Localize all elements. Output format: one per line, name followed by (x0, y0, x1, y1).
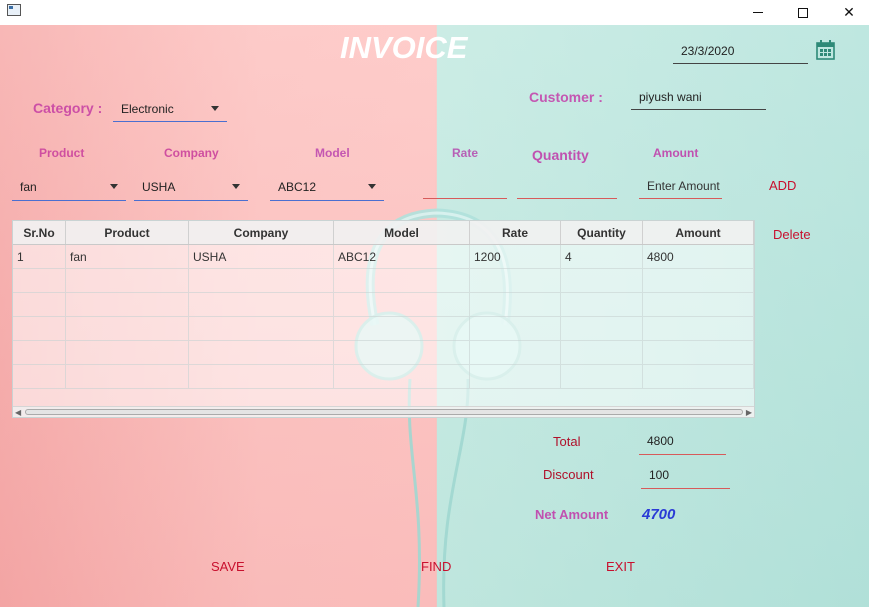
table-cell: 1 (13, 245, 66, 268)
table-cell: 4 (561, 245, 643, 268)
table-cell: 1200 (470, 245, 561, 268)
column-header[interactable]: Rate (470, 221, 561, 244)
chevron-down-icon (211, 106, 219, 111)
invoice-table: Sr.No Product Company Model Rate Quantit… (12, 220, 755, 418)
empty-table-row (13, 341, 754, 365)
table-header: Sr.No Product Company Model Rate Quantit… (13, 221, 754, 245)
amount-field[interactable]: Enter Amount (639, 173, 722, 199)
discount-field[interactable]: 100 (641, 462, 730, 489)
product-label: Product (39, 146, 85, 160)
add-button[interactable]: ADD (769, 178, 796, 193)
calendar-icon[interactable] (816, 40, 835, 60)
column-header[interactable]: Sr.No (13, 221, 66, 244)
empty-table-row (13, 293, 754, 317)
product-select[interactable]: fan (12, 173, 126, 201)
total-label: Total (553, 434, 581, 449)
amount-label: Amount (653, 146, 699, 160)
category-select[interactable]: Electronic (113, 96, 227, 122)
table-cell: fan (66, 245, 189, 268)
net-amount-value: 4700 (642, 506, 676, 523)
app-window: ✕ INVOICE 23/3/2020 Category : Electroni… (0, 0, 869, 607)
scroll-left-icon[interactable]: ◀ (15, 408, 21, 417)
minimize-button[interactable] (735, 0, 781, 25)
invoice-panel: INVOICE 23/3/2020 Category : Electronic … (0, 25, 869, 607)
table-cell: USHA (189, 245, 334, 268)
quantity-field[interactable] (517, 173, 617, 199)
scrollbar-thumb[interactable] (25, 409, 743, 415)
page-title: INVOICE (340, 30, 468, 65)
customer-field[interactable]: piyush wani (631, 85, 766, 110)
customer-label: Customer : (529, 89, 603, 105)
app-icon (7, 4, 21, 16)
table-cell: ABC12 (334, 245, 470, 268)
column-header[interactable]: Amount (643, 221, 754, 244)
save-button[interactable]: SAVE (211, 559, 245, 574)
net-amount-label: Net Amount (535, 507, 609, 522)
empty-table-row (13, 269, 754, 293)
column-header[interactable]: Model (334, 221, 470, 244)
date-field[interactable]: 23/3/2020 (673, 39, 808, 64)
delete-button[interactable]: Delete (773, 227, 811, 242)
company-value: USHA (142, 179, 176, 194)
close-button[interactable]: ✕ (826, 0, 869, 25)
empty-table-row (13, 365, 754, 389)
product-value: fan (20, 179, 37, 194)
horizontal-scrollbar[interactable]: ◀ ▶ (13, 406, 754, 417)
discount-label: Discount (543, 467, 594, 482)
find-button[interactable]: FIND (421, 559, 451, 574)
rate-label: Rate (452, 146, 479, 160)
model-label: Model (315, 146, 350, 160)
minimize-icon (753, 12, 763, 13)
maximize-icon (798, 7, 808, 18)
empty-table-row (13, 317, 754, 341)
total-field[interactable]: 4800 (639, 428, 726, 455)
exit-button[interactable]: EXIT (606, 559, 635, 574)
category-label: Category : (33, 100, 103, 116)
category-value: Electronic (121, 101, 174, 116)
company-label: Company (164, 146, 219, 160)
column-header[interactable]: Quantity (561, 221, 643, 244)
chevron-down-icon (368, 184, 376, 189)
table-row[interactable]: 1 fan USHA ABC12 1200 4 4800 (13, 245, 754, 269)
model-select[interactable]: ABC12 (270, 173, 384, 201)
chevron-down-icon (232, 184, 240, 189)
column-header[interactable]: Product (66, 221, 189, 244)
table-cell: 4800 (643, 245, 754, 268)
company-select[interactable]: USHA (134, 173, 248, 201)
model-value: ABC12 (278, 179, 317, 194)
chevron-down-icon (110, 184, 118, 189)
scroll-right-icon[interactable]: ▶ (746, 408, 752, 417)
column-header[interactable]: Company (189, 221, 334, 244)
quantity-label: Quantity (532, 147, 589, 163)
maximize-button[interactable] (780, 0, 826, 25)
rate-field[interactable] (423, 173, 507, 199)
title-bar: ✕ (0, 0, 869, 25)
